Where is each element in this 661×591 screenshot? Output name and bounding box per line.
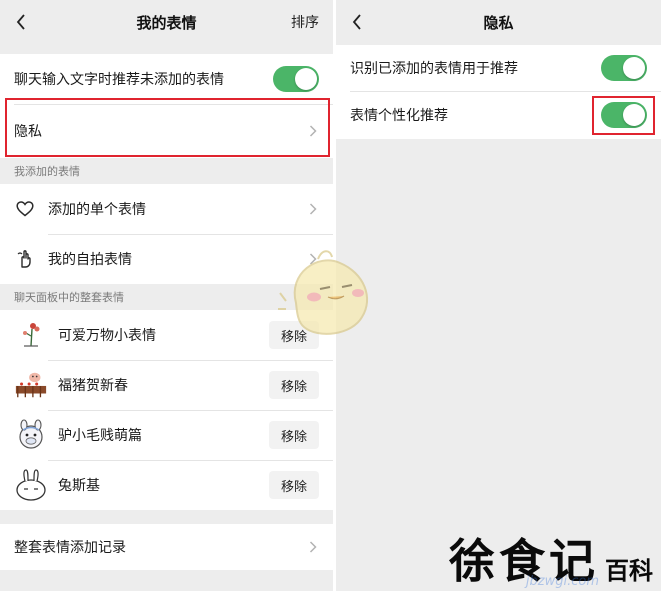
chevron-right-icon (309, 124, 319, 138)
chevron-left-icon (16, 14, 25, 30)
right-navbar: 隐私 (336, 0, 661, 44)
heart-icon (14, 198, 36, 220)
settings-group: 聊天输入文字时推荐未添加的表情 隐私 (0, 54, 333, 158)
added-section-header: 我添加的表情 (14, 165, 80, 178)
remove-button[interactable]: 移除 (269, 321, 319, 349)
sticker-pack-name: 福猪贺新春 (58, 378, 128, 394)
privacy-screen: 隐私 识别已添加的表情用于推荐 表情个性化推荐 (336, 0, 661, 591)
toggle-knob (295, 68, 317, 90)
flower-sticker-thumb (14, 318, 48, 352)
privacy-row[interactable]: 隐私 (0, 104, 333, 158)
remove-button[interactable]: 移除 (269, 471, 319, 499)
pig-sticker-thumb (14, 368, 48, 402)
chevron-right-icon (309, 252, 319, 266)
sticker-pack-row: 福猪贺新春 移除 (0, 360, 333, 410)
personalized-recommend-row: 表情个性化推荐 (336, 91, 661, 139)
recognize-added-toggle[interactable] (601, 55, 647, 81)
chevron-right-icon (309, 540, 319, 554)
personalized-recommend-label: 表情个性化推荐 (350, 108, 448, 124)
toggle-knob (623, 104, 645, 126)
history-group: 整套表情添加记录 (0, 524, 333, 570)
left-navbar: 我的表情 排序 (0, 0, 333, 44)
added-stickers-group: 添加的单个表情 我的自拍表情 (0, 184, 333, 284)
selfie-stickers-row[interactable]: 我的自拍表情 (0, 234, 333, 284)
rabbit-sticker-thumb (14, 468, 48, 502)
packs-section-header: 聊天面板中的整套表情 (14, 291, 124, 304)
recognize-added-row: 识别已添加的表情用于推荐 (336, 45, 661, 91)
sticker-pack-name: 兔斯基 (58, 478, 100, 494)
sticker-pack-row: 可爱万物小表情 移除 (0, 310, 333, 360)
selfie-hand-icon (14, 248, 36, 270)
chevron-left-icon (352, 14, 361, 30)
sticker-pack-row: 兔斯基 移除 (0, 460, 333, 510)
single-stickers-row[interactable]: 添加的单个表情 (0, 184, 333, 234)
chevron-right-icon (309, 202, 319, 216)
selfie-stickers-label: 我的自拍表情 (48, 252, 132, 268)
pack-history-label: 整套表情添加记录 (14, 540, 126, 556)
page-title: 隐私 (483, 13, 514, 32)
back-button[interactable] (8, 7, 34, 37)
recommend-unadded-label: 聊天输入文字时推荐未添加的表情 (14, 72, 224, 88)
sticker-packs-group: 可爱万物小表情 移除 福猪贺新春 移除 驴小毛贱萌篇 移除 兔斯基 移除 (0, 310, 333, 510)
sticker-pack-name: 驴小毛贱萌篇 (58, 428, 142, 444)
toggle-knob (623, 57, 645, 79)
personalized-recommend-toggle[interactable] (601, 102, 647, 128)
remove-button[interactable]: 移除 (269, 371, 319, 399)
page-title: 我的表情 (136, 13, 197, 32)
single-stickers-label: 添加的单个表情 (48, 202, 146, 218)
pack-history-row[interactable]: 整套表情添加记录 (0, 524, 333, 570)
sort-button[interactable]: 排序 (291, 12, 319, 32)
recognize-added-label: 识别已添加的表情用于推荐 (350, 61, 518, 77)
privacy-label: 隐私 (14, 124, 42, 140)
recommend-unadded-toggle[interactable] (273, 66, 319, 92)
sticker-pack-name: 可爱万物小表情 (58, 328, 156, 344)
back-button[interactable] (344, 7, 370, 37)
my-stickers-screen: 我的表情 排序 聊天输入文字时推荐未添加的表情 隐私 我添加的表情 添加的单个表… (0, 0, 333, 591)
sticker-pack-row: 驴小毛贱萌篇 移除 (0, 410, 333, 460)
privacy-settings-group: 识别已添加的表情用于推荐 表情个性化推荐 (336, 45, 661, 139)
watermark-url: jbzwgi.com (525, 574, 599, 589)
donkey-sticker-thumb (14, 418, 48, 452)
recommend-unadded-row: 聊天输入文字时推荐未添加的表情 (0, 54, 333, 104)
remove-button[interactable]: 移除 (269, 421, 319, 449)
